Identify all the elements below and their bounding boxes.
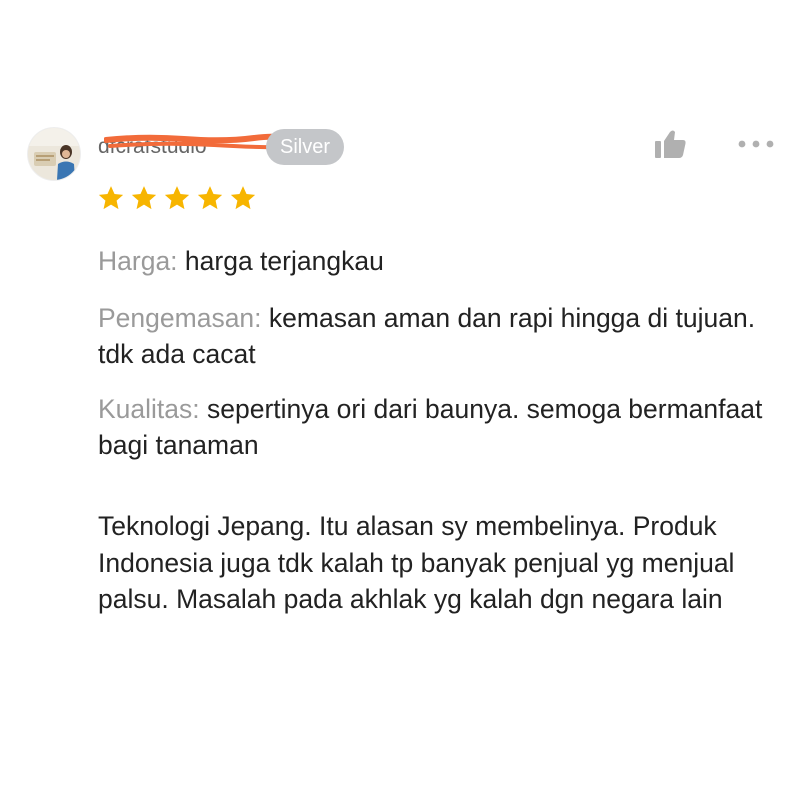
- review-field-harga: Harga: harga terjangkau: [98, 243, 778, 279]
- member-tier-badge: Silver: [266, 129, 344, 165]
- star-icon: [164, 186, 190, 210]
- reviewer-avatar[interactable]: [28, 128, 80, 180]
- star-rating: [97, 184, 262, 214]
- avatar-image: [28, 128, 80, 180]
- thumbs-up-icon[interactable]: [652, 126, 688, 162]
- star-icon: [98, 186, 124, 210]
- field-value: harga terjangkau: [184, 246, 384, 276]
- review-comment: Teknologi Jepang. Itu alasan sy membelin…: [98, 511, 735, 614]
- star-icon: [230, 186, 256, 210]
- field-label: Kualitas:: [98, 394, 200, 424]
- field-label: Harga:: [98, 246, 178, 276]
- product-review: dfcrafstudio Silver Harga: harga terjang…: [0, 0, 800, 800]
- star-icon: [197, 186, 223, 210]
- field-label: Pengemasan:: [98, 303, 262, 333]
- star-icon: [131, 186, 157, 210]
- review-field-pengemasan: Pengemasan: kemasan aman dan rapi hingga…: [98, 300, 778, 372]
- review-field-kualitas: Kualitas: sepertinya ori dari baunya. se…: [98, 391, 778, 463]
- more-options-icon[interactable]: [736, 136, 776, 152]
